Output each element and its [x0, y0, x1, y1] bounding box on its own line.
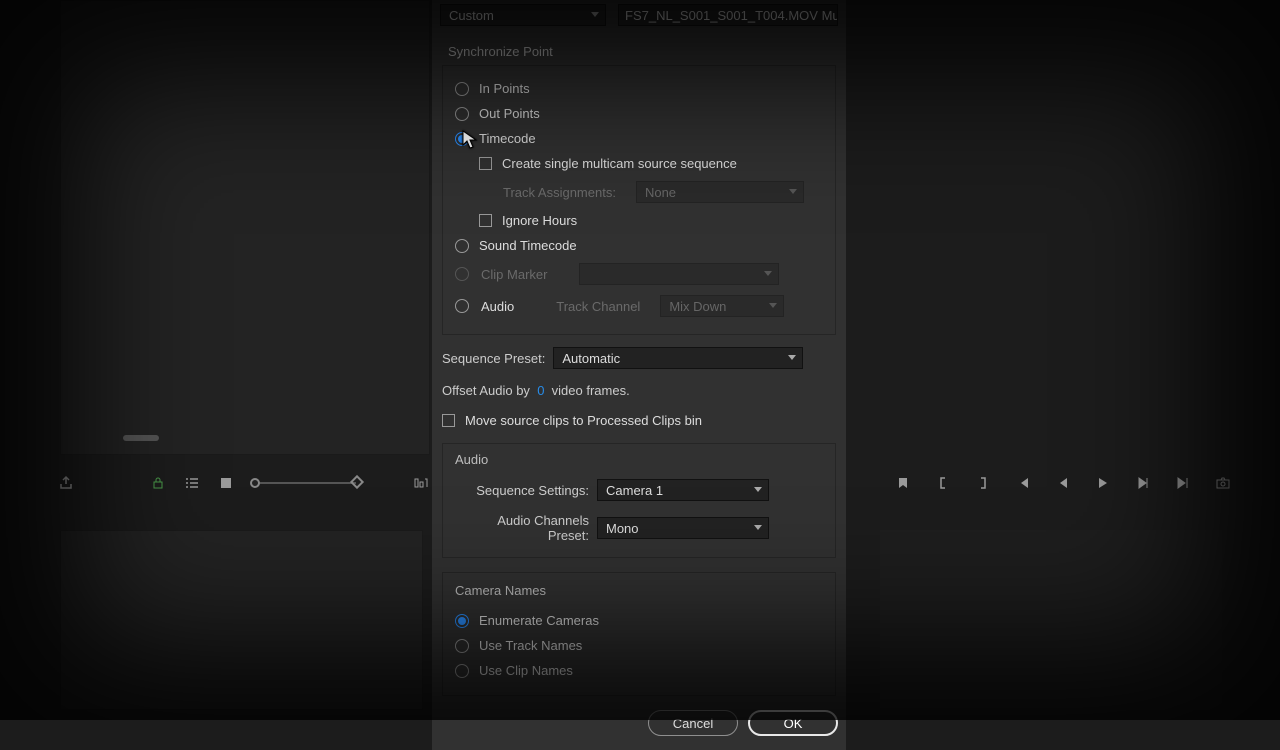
track-assignments-select: None	[636, 181, 804, 203]
camera-names-title: Camera Names	[451, 583, 550, 598]
label-move-source: Move source clips to Processed Clips bin	[465, 413, 702, 428]
track-channel-select: Mix Down	[660, 295, 784, 317]
source-panel	[60, 0, 430, 455]
sort-icon[interactable]	[412, 475, 428, 491]
radio-in-points[interactable]	[455, 82, 469, 96]
audio-title: Audio	[455, 452, 823, 467]
label-ignore-hours: Ignore Hours	[502, 213, 577, 228]
radio-clip-marker	[455, 267, 469, 281]
camera-names-group: Camera Names Enumerate Cameras Use Track…	[442, 572, 836, 696]
label-track-assign: Track Assignments:	[503, 185, 616, 200]
export-icon[interactable]	[58, 475, 74, 491]
sync-point-group: In Points Out Points Timecode Create sin…	[442, 65, 836, 335]
checkbox-move-source[interactable]	[442, 414, 455, 427]
video-preset-select[interactable]: Custom	[440, 4, 606, 26]
lower-panel-left	[60, 530, 423, 710]
radio-enum-cameras[interactable]	[455, 614, 469, 628]
label-sound-tc: Sound Timecode	[479, 238, 577, 253]
label-track-channel: Track Channel	[556, 299, 640, 314]
icon-view-icon[interactable]	[218, 475, 234, 491]
label-audio-ch: Audio Channels Preset:	[457, 513, 589, 543]
chevron-down-icon	[788, 355, 796, 360]
scrollbar-thumb[interactable]	[123, 435, 159, 441]
clip-marker-select	[579, 263, 779, 285]
label-create-single: Create single multicam source sequence	[502, 156, 737, 171]
checkbox-create-single[interactable]	[479, 157, 492, 170]
video-preset-value: Custom	[449, 8, 494, 23]
label-seq-preset: Sequence Preset:	[442, 351, 545, 366]
lower-panel-right	[880, 530, 1222, 710]
chevron-down-icon	[754, 525, 762, 530]
label-timecode: Timecode	[479, 131, 536, 146]
radio-audio[interactable]	[455, 299, 469, 313]
checkbox-ignore-hours[interactable]	[479, 214, 492, 227]
chevron-down-icon	[591, 12, 599, 17]
zoom-slider[interactable]	[252, 482, 356, 484]
label-enum-cameras: Enumerate Cameras	[479, 613, 599, 628]
in-bracket-icon[interactable]	[935, 475, 951, 491]
chevron-down-icon	[789, 189, 797, 194]
go-to-out-icon[interactable]	[1175, 475, 1191, 491]
audio-ch-select[interactable]: Mono	[597, 517, 769, 539]
sequence-preset-select[interactable]: Automatic	[553, 347, 803, 369]
multicam-dialog: Custom FS7_NL_S001_S001_T004.MOV Mu Sync…	[432, 0, 846, 750]
label-audio: Audio	[481, 299, 514, 314]
audio-group: Audio Sequence Settings: Camera 1 Audio …	[442, 443, 836, 558]
step-fwd-icon[interactable]	[1135, 475, 1151, 491]
radio-timecode[interactable]	[455, 132, 469, 146]
label-audio-seq: Sequence Settings:	[457, 483, 589, 498]
snapshot-icon[interactable]	[1215, 475, 1231, 491]
marker-icon[interactable]	[895, 475, 911, 491]
out-bracket-icon[interactable]	[975, 475, 991, 491]
radio-clip-names[interactable]	[455, 664, 469, 678]
step-back-icon[interactable]	[1055, 475, 1071, 491]
chevron-down-icon	[769, 303, 777, 308]
label-track-names: Use Track Names	[479, 638, 582, 653]
label-out-points: Out Points	[479, 106, 540, 121]
transport-toolbar	[895, 468, 1265, 498]
chevron-down-icon	[764, 271, 772, 276]
label-clip-marker: Clip Marker	[481, 267, 547, 282]
ok-button[interactable]: OK	[748, 710, 838, 736]
radio-out-points[interactable]	[455, 107, 469, 121]
sequence-name-input[interactable]: FS7_NL_S001_S001_T004.MOV Mu	[618, 4, 838, 26]
lock-icon[interactable]	[150, 475, 166, 491]
radio-track-names[interactable]	[455, 639, 469, 653]
offset-audio-row: Offset Audio by 0 video frames.	[442, 383, 836, 398]
go-to-in-icon[interactable]	[1015, 475, 1031, 491]
sync-point-title: Synchronize Point	[448, 44, 838, 59]
label-clip-names: Use Clip Names	[479, 663, 573, 678]
cancel-button[interactable]: Cancel	[648, 710, 738, 736]
chevron-down-icon	[754, 487, 762, 492]
list-icon[interactable]	[184, 475, 200, 491]
label-in-points: In Points	[479, 81, 530, 96]
audio-seq-select[interactable]: Camera 1	[597, 479, 769, 501]
radio-sound-timecode[interactable]	[455, 239, 469, 253]
play-icon[interactable]	[1095, 475, 1111, 491]
